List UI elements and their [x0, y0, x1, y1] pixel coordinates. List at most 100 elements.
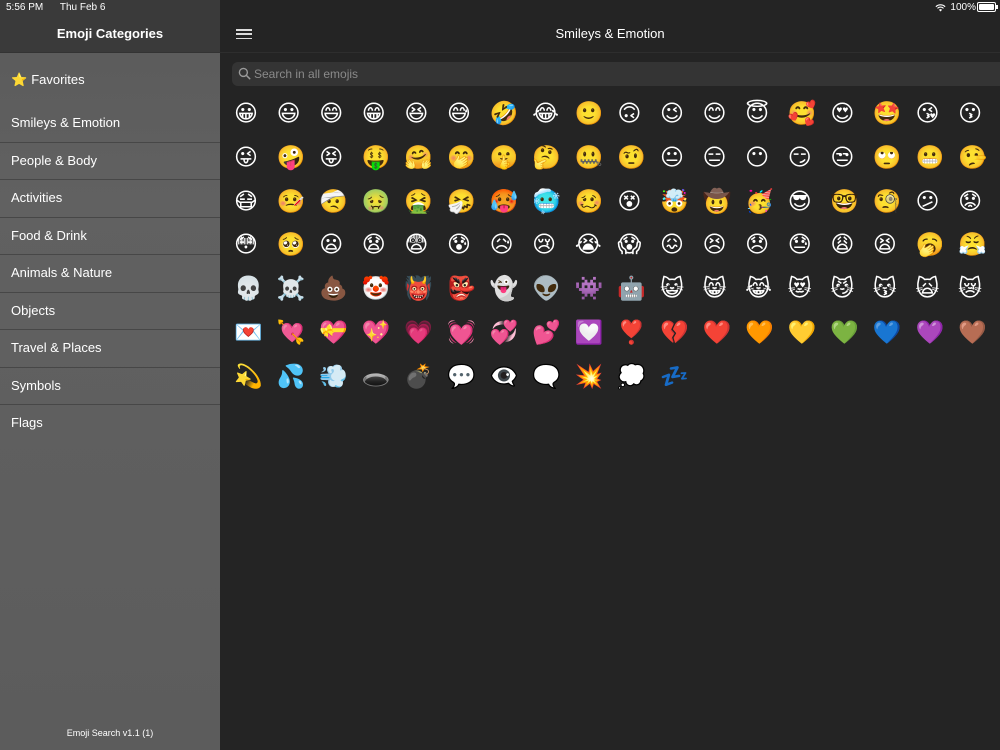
emoji-cell[interactable]: 💖 [360, 315, 403, 359]
emoji-cell[interactable]: 💩 [317, 271, 360, 315]
emoji-cell[interactable]: 🧐 [871, 184, 914, 228]
emoji-cell[interactable]: 😽 [871, 271, 914, 315]
emoji-cell[interactable]: 🥴 [573, 184, 616, 228]
emoji-cell[interactable]: 😺 [658, 271, 701, 315]
sidebar-item-smileys-emotion[interactable]: Smileys & Emotion [0, 105, 220, 143]
sidebar-item-food-drink[interactable]: Food & Drink [0, 218, 220, 255]
emoji-cell[interactable]: 👽 [530, 271, 573, 315]
emoji-cell[interactable]: 🙂 [573, 96, 616, 140]
emoji-cell[interactable]: 😤 [956, 227, 999, 271]
sidebar-item-favorites[interactable]: ⭐ Favorites [0, 62, 220, 99]
emoji-cell[interactable]: 🧡 [743, 315, 786, 359]
emoji-cell[interactable]: 😍 [828, 96, 871, 140]
emoji-cell[interactable]: 😜 [232, 140, 275, 184]
emoji-cell[interactable]: 😅 [445, 96, 488, 140]
emoji-cell[interactable]: 😟 [956, 184, 999, 228]
emoji-cell[interactable]: 😇 [743, 96, 786, 140]
emoji-cell[interactable]: 💔 [658, 315, 701, 359]
emoji-cell[interactable]: 👺 [445, 271, 488, 315]
emoji-cell[interactable]: 😣 [701, 227, 744, 271]
sidebar-item-symbols[interactable]: Symbols [0, 368, 220, 405]
emoji-cell[interactable]: 💥 [573, 359, 616, 403]
emoji-cell[interactable]: 🤠 [701, 184, 744, 228]
emoji-cell[interactable]: 😳 [232, 227, 275, 271]
emoji-cell[interactable]: 🗨️ [530, 359, 573, 403]
search-input[interactable] [254, 62, 954, 86]
emoji-cell[interactable]: 😬 [914, 140, 957, 184]
emoji-cell[interactable]: 🤮 [402, 184, 445, 228]
emoji-cell[interactable]: 😗 [956, 96, 999, 140]
sidebar-item-people-body[interactable]: People & Body [0, 143, 220, 180]
emoji-cell[interactable]: 💬 [445, 359, 488, 403]
emoji-cell[interactable]: 😨 [402, 227, 445, 271]
emoji-cell[interactable]: 😖 [658, 227, 701, 271]
emoji-cell[interactable]: 😷 [232, 184, 275, 228]
emoji-cell[interactable]: 😎 [786, 184, 829, 228]
emoji-cell[interactable]: 😱 [615, 227, 658, 271]
emoji-cell[interactable]: 😘 [914, 96, 957, 140]
emoji-cell[interactable]: 😒 [828, 140, 871, 184]
emoji-cell[interactable]: 😶 [743, 140, 786, 184]
emoji-cell[interactable]: 🥰 [786, 96, 829, 140]
emoji-cell[interactable]: ☠️ [275, 271, 318, 315]
emoji-cell[interactable]: 💙 [871, 315, 914, 359]
emoji-cell[interactable]: 😭 [573, 227, 616, 271]
emoji-cell[interactable]: 🤓 [828, 184, 871, 228]
emoji-cell[interactable]: 😫 [871, 227, 914, 271]
emoji-cell[interactable]: 😥 [488, 227, 531, 271]
emoji-cell[interactable]: 💚 [828, 315, 871, 359]
emoji-cell[interactable]: 🕳️ [360, 359, 403, 403]
emoji-cell[interactable]: ❤️ [701, 315, 744, 359]
emoji-cell[interactable]: 😀 [232, 96, 275, 140]
emoji-cell[interactable]: 😿 [956, 271, 999, 315]
emoji-cell[interactable]: 🤎 [956, 315, 999, 359]
emoji-cell[interactable]: 😩 [828, 227, 871, 271]
emoji-cell[interactable]: 🥳 [743, 184, 786, 228]
emoji-cell[interactable]: 😞 [743, 227, 786, 271]
emoji-cell[interactable]: 💌 [232, 315, 275, 359]
emoji-cell[interactable]: 😢 [530, 227, 573, 271]
emoji-cell[interactable]: 😼 [828, 271, 871, 315]
emoji-cell[interactable]: 🙄 [871, 140, 914, 184]
emoji-cell[interactable]: 👁️‍🗨️ [488, 359, 531, 403]
emoji-cell[interactable]: 🤭 [445, 140, 488, 184]
emoji-cell[interactable]: 🤖 [615, 271, 658, 315]
emoji-cell[interactable]: 💭 [615, 359, 658, 403]
emoji-cell[interactable]: 😻 [786, 271, 829, 315]
emoji-cell[interactable]: 💘 [275, 315, 318, 359]
emoji-cell[interactable]: 👻 [488, 271, 531, 315]
emoji-cell[interactable]: 🤣 [488, 96, 531, 140]
emoji-cell[interactable]: 💛 [786, 315, 829, 359]
emoji-cell[interactable]: 👾 [573, 271, 616, 315]
sidebar-item-travel-places[interactable]: Travel & Places [0, 330, 220, 368]
emoji-cell[interactable]: 😸 [701, 271, 744, 315]
emoji-cell[interactable]: 🤗 [402, 140, 445, 184]
emoji-cell[interactable]: 💦 [275, 359, 318, 403]
emoji-cell[interactable]: 💀 [232, 271, 275, 315]
emoji-cell[interactable]: 🤫 [488, 140, 531, 184]
emoji-cell[interactable]: 💤 [658, 359, 701, 403]
emoji-cell[interactable]: 💞 [488, 315, 531, 359]
emoji-cell[interactable]: 🤯 [658, 184, 701, 228]
emoji-cell[interactable]: 😃 [275, 96, 318, 140]
emoji-cell[interactable]: 😹 [743, 271, 786, 315]
emoji-cell[interactable]: 😉 [658, 96, 701, 140]
emoji-cell[interactable]: 😊 [701, 96, 744, 140]
emoji-cell[interactable]: 🤢 [360, 184, 403, 228]
emoji-cell[interactable]: 😦 [317, 227, 360, 271]
emoji-cell[interactable]: 💟 [573, 315, 616, 359]
emoji-cell[interactable]: 🤑 [360, 140, 403, 184]
emoji-cell[interactable]: 😕 [914, 184, 957, 228]
emoji-cell[interactable]: 😐 [658, 140, 701, 184]
emoji-cell[interactable]: 😆 [402, 96, 445, 140]
emoji-cell[interactable]: 🤥 [956, 140, 999, 184]
emoji-cell[interactable]: 🤒 [275, 184, 318, 228]
emoji-cell[interactable]: 💕 [530, 315, 573, 359]
sidebar-item-flags[interactable]: Flags [0, 405, 220, 442]
emoji-cell[interactable]: 🥵 [488, 184, 531, 228]
emoji-cell[interactable]: 😂 [530, 96, 573, 140]
emoji-cell[interactable]: 😏 [786, 140, 829, 184]
emoji-cell[interactable]: 😓 [786, 227, 829, 271]
emoji-cell[interactable]: 🤔 [530, 140, 573, 184]
emoji-cell[interactable]: 😝 [317, 140, 360, 184]
